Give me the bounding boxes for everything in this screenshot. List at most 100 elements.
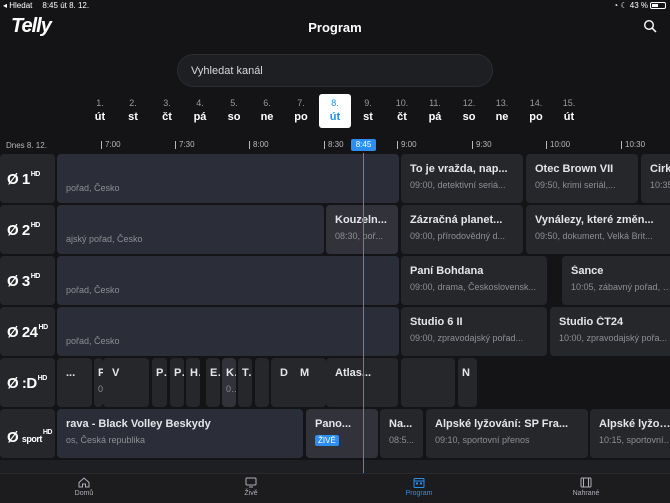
channel-number: sport xyxy=(21,434,43,444)
program-title: M xyxy=(300,367,310,379)
day-item-1[interactable]: 1. út xyxy=(84,94,116,128)
program-cell[interactable]: P xyxy=(170,358,184,407)
program-cell[interactable]: N xyxy=(458,358,477,407)
day-number: 11. xyxy=(429,98,441,108)
program-cell[interactable]: ... xyxy=(57,358,92,407)
program-subtitle: 09:00, detektivní seriá... xyxy=(410,180,506,190)
day-number: 1. xyxy=(96,98,104,108)
day-number: 5. xyxy=(230,98,238,108)
program-cell[interactable]: Studio ČT24 10:00, zpravodajský pořa... xyxy=(550,307,670,356)
day-item-14[interactable]: 14. po xyxy=(520,94,552,128)
hd-badge: HD xyxy=(42,429,53,436)
time-tick: 9:30 xyxy=(472,141,492,149)
program-cell[interactable]: Kouzeln... 08:30, poř... xyxy=(326,205,398,254)
program-cell[interactable]: Paní Bohdana 09:00, drama, Československ.… xyxy=(401,256,547,305)
program-cell[interactable]: ajský pořad, Česko xyxy=(57,205,324,254)
program-cell[interactable]: Zázračná planet... 09:00, přírodovědný d.… xyxy=(401,205,523,254)
tab-program[interactable]: Program xyxy=(379,477,459,497)
program-cell[interactable]: Otec Brown VII 09:50, krimi seriál,... xyxy=(526,154,638,203)
program-cell[interactable]: pořad, Česko xyxy=(57,154,399,203)
program-cell[interactable]: V xyxy=(103,358,149,407)
program-cell[interactable]: M xyxy=(291,358,326,407)
program-subtitle: 10:05, zábavný pořad, Č... xyxy=(571,282,670,292)
day-item-15[interactable]: 15. út xyxy=(553,94,585,128)
program-cell[interactable]: Ty Br... xyxy=(238,358,252,407)
program-subtitle: os, Česká republika xyxy=(66,435,146,445)
calendar-icon xyxy=(379,477,459,488)
program-cell[interactable]: Atlas... xyxy=(326,358,398,407)
program-title: Šance xyxy=(571,265,604,277)
program-cell[interactable]: pořad, Česko xyxy=(57,256,399,305)
program-cell[interactable]: pořad, Česko xyxy=(57,307,399,356)
day-item-4[interactable]: 4. pá xyxy=(184,94,216,128)
day-item-2[interactable]: 2. st xyxy=(117,94,149,128)
program-title: Cirk xyxy=(650,163,670,175)
program-subtitle: 09:00, drama, Československ... xyxy=(410,282,537,292)
day-item-6[interactable]: 6. ne xyxy=(251,94,283,128)
day-item-12[interactable]: 12. so xyxy=(453,94,485,128)
program-cell[interactable]: E... xyxy=(206,358,220,407)
program-subtitle: pořad, Česko xyxy=(66,285,120,295)
program-cell[interactable]: H xyxy=(186,358,200,407)
day-item-8[interactable]: 8. út xyxy=(319,94,351,128)
program-cell[interactable]: To je vražda, nap... 09:00, detektivní se… xyxy=(401,154,523,203)
program-title: rava - Black Volley Beskydy xyxy=(66,418,211,430)
tab-label: Nahrané xyxy=(572,490,600,497)
program-cell[interactable]: Na... 08:5... xyxy=(380,409,423,458)
hd-badge: HD xyxy=(37,375,48,382)
day-number: 10. xyxy=(395,98,409,108)
program-cell[interactable]: Alpské lyžování: SP Fra... 09:10, sportov… xyxy=(426,409,588,458)
home-icon xyxy=(44,477,124,488)
search-icon[interactable] xyxy=(643,19,657,33)
day-number: 9. xyxy=(364,98,372,108)
channel-search-input[interactable] xyxy=(177,54,493,87)
tab-domů[interactable]: Domů xyxy=(44,477,124,497)
channel-row-24: Ø 24HD pořad, Česko Studio 6 II 09:00, zpra… xyxy=(0,307,670,356)
program-cell[interactable]: P xyxy=(152,358,167,407)
day-item-7[interactable]: 7. po xyxy=(285,94,317,128)
channel-row-d: Ø :DHD...Pe...07:0... V PPH E...Kouzeln...0… xyxy=(0,358,670,407)
program-title: Otec Brown VII xyxy=(535,163,614,175)
channel-logo[interactable]: Ø 2HD xyxy=(0,205,55,254)
channel-logo[interactable]: Ø 3HD xyxy=(0,256,55,305)
channel-number: 24 xyxy=(21,324,38,341)
program-title: V xyxy=(112,367,120,379)
day-weekday: po xyxy=(294,111,308,123)
now-badge: 8:45 xyxy=(351,139,376,151)
program-subtitle: 09:50, krimi seriál,... xyxy=(535,180,616,190)
program-cell[interactable]: Vynálezy, které změn... 09:50, dokument, … xyxy=(526,205,670,254)
tab-živě[interactable]: Živě xyxy=(211,477,291,497)
program-cell[interactable]: Pe...07:0... xyxy=(94,358,103,407)
program-cell[interactable]: Šance 10:05, zábavný pořad, Č... xyxy=(562,256,670,305)
channel-name: Ø 1HD xyxy=(7,171,40,188)
tab-nahrané[interactable]: Nahrané xyxy=(546,477,626,497)
program-title: Alpské lyžování: SP Fra... xyxy=(435,418,569,430)
channel-number: 2 xyxy=(21,222,30,239)
channel-logo[interactable]: Ø 1HD xyxy=(0,154,55,203)
day-item-5[interactable]: 5. so xyxy=(218,94,250,128)
channel-logo[interactable]: Ø sportHD xyxy=(0,409,55,458)
day-item-10[interactable]: 10. čt xyxy=(386,94,418,128)
program-cell[interactable] xyxy=(255,358,269,407)
back-link[interactable]: ◂ Hledat xyxy=(3,1,32,10)
day-item-13[interactable]: 13. ne xyxy=(486,94,518,128)
day-number: 2. xyxy=(129,98,137,108)
program-title: Paní Bohdana xyxy=(410,265,484,277)
day-number: 3. xyxy=(163,98,171,108)
program-title: Na... xyxy=(389,418,413,430)
program-title: P xyxy=(174,367,182,379)
day-item-3[interactable]: 3. čt xyxy=(151,94,183,128)
day-weekday: út xyxy=(329,111,341,123)
program-cell[interactable]: Kouzeln... 08:30, poř... xyxy=(222,358,236,407)
program-cell[interactable]: Cirk 10:35 xyxy=(641,154,670,203)
program-cell[interactable]: rava - Black Volley Beskydy os, Česká rep… xyxy=(57,409,303,458)
program-cell[interactable] xyxy=(401,358,455,407)
program-cell[interactable]: Alpské lyžování 10:15, sportovní p... xyxy=(590,409,670,458)
day-item-9[interactable]: 9. st xyxy=(352,94,384,128)
program-cell[interactable]: Studio 6 II 09:00, zpravodajský pořad... xyxy=(401,307,547,356)
channel-logo[interactable]: Ø 24HD xyxy=(0,307,55,356)
day-item-11[interactable]: 11. pá xyxy=(419,94,451,128)
channel-logo[interactable]: Ø :DHD xyxy=(0,358,55,407)
program-cell[interactable]: Pano... ŽIVĚ xyxy=(306,409,378,458)
channel-row-2: Ø 2HD ajský pořad, Česko Kouzeln... 08:30, … xyxy=(0,205,670,254)
